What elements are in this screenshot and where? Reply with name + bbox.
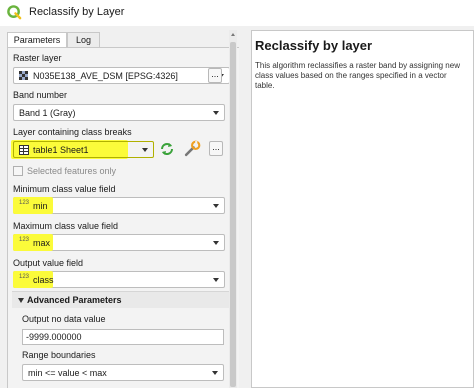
- numeric-field-icon: 123: [19, 200, 30, 206]
- scroll-up-icon[interactable]: [231, 33, 235, 36]
- output-field-value: class: [33, 275, 54, 285]
- range-boundaries-value: min <= value < max: [28, 368, 107, 378]
- chevron-down-icon: [213, 111, 219, 115]
- min-field-value: min: [33, 201, 48, 211]
- advanced-parameters-toggle[interactable]: Advanced Parameters: [12, 291, 230, 308]
- collapse-arrow-icon: [18, 298, 24, 303]
- parameters-scrollbar[interactable]: [229, 30, 237, 388]
- selected-only-checkbox[interactable]: [13, 166, 23, 176]
- nodata-label: Output no data value: [22, 314, 106, 324]
- class-breaks-browse-button[interactable]: ...: [209, 141, 223, 156]
- help-panel: Reclassify by layer This algorithm recla…: [251, 30, 474, 388]
- help-description: This algorithm reclassifies a raster ban…: [255, 61, 460, 90]
- chevron-down-icon: [142, 148, 148, 152]
- parameters-panel: Raster layer N035E138_AVE_DSM [EPSG:4326…: [7, 47, 239, 388]
- nodata-value: -9999.000000: [26, 332, 82, 342]
- class-breaks-value: table1 Sheet1: [33, 145, 89, 155]
- range-boundaries-combo[interactable]: min <= value < max: [22, 364, 224, 381]
- tab-log[interactable]: Log: [67, 32, 100, 48]
- raster-layer-combo[interactable]: N035E138_AVE_DSM [EPSG:4326]: [13, 67, 230, 84]
- nodata-input[interactable]: -9999.000000: [22, 329, 224, 345]
- iterate-icon[interactable]: [159, 141, 175, 157]
- window-title: Reclassify by Layer: [29, 6, 125, 18]
- band-number-combo[interactable]: Band 1 (Gray): [13, 104, 225, 121]
- chevron-down-icon: [213, 241, 219, 245]
- max-field-combo[interactable]: 123 max: [13, 234, 225, 251]
- selected-only-label: Selected features only: [27, 166, 117, 176]
- qgis-logo-icon: [7, 5, 22, 20]
- help-title: Reclassify by layer: [255, 38, 373, 53]
- raster-layer-browse-button[interactable]: ...: [208, 68, 222, 83]
- min-field-label: Minimum class value field: [13, 184, 116, 194]
- output-field-label: Output value field: [13, 258, 84, 268]
- raster-layer-label: Raster layer: [13, 53, 62, 63]
- min-field-combo[interactable]: 123 min: [13, 197, 225, 214]
- title-bar: Reclassify by Layer: [0, 0, 474, 26]
- band-number-label: Band number: [13, 90, 68, 100]
- raster-layer-value: N035E138_AVE_DSM [EPSG:4326]: [33, 71, 178, 81]
- class-breaks-combo[interactable]: table1 Sheet1: [13, 141, 154, 158]
- chevron-down-icon: [213, 204, 219, 208]
- raster-layer-icon: [19, 71, 28, 80]
- scrollbar-thumb[interactable]: [230, 42, 236, 387]
- wrench-icon[interactable]: [184, 140, 201, 157]
- class-breaks-label: Layer containing class breaks: [13, 127, 132, 137]
- max-field-value: max: [33, 238, 51, 248]
- advanced-parameters-label: Advanced Parameters: [27, 295, 122, 305]
- range-boundaries-label: Range boundaries: [22, 350, 96, 360]
- band-number-value: Band 1 (Gray): [19, 108, 76, 118]
- output-field-combo[interactable]: 123 class: [13, 271, 225, 288]
- chevron-down-icon: [213, 278, 219, 282]
- numeric-field-icon: 123: [19, 274, 30, 280]
- chevron-down-icon: [212, 371, 218, 375]
- table-icon: [19, 145, 29, 155]
- numeric-field-icon: 123: [19, 237, 30, 243]
- max-field-label: Maximum class value field: [13, 221, 119, 231]
